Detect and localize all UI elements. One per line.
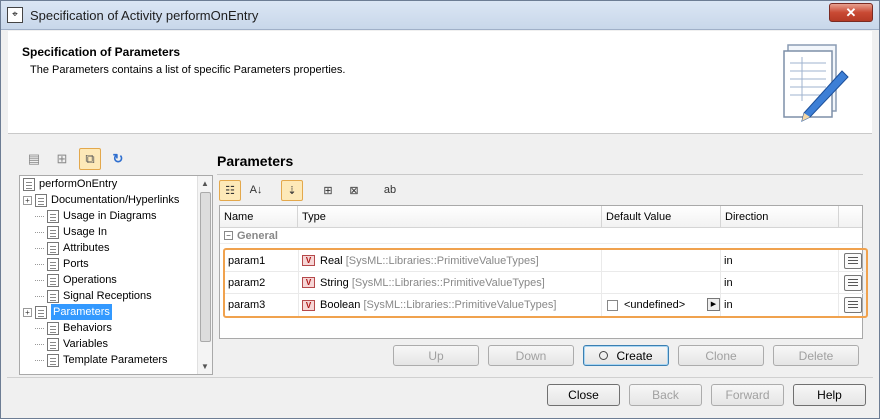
tree-item-usage-in[interactable]: Usage In [20,224,198,240]
tree-scrollbar[interactable]: ▲ ▼ [197,176,212,374]
tree-item-template-parameters[interactable]: Template Parameters [20,352,198,368]
specification-dialog: ⌖ Specification of Activity performOnEnt… [0,0,880,419]
column-type[interactable]: Type [298,206,602,227]
expand-icon[interactable]: + [23,195,32,205]
parameters-pane: Parameters ☷ A↓ ⇣ ⊞ ⊠ ab Name Type Defau… [217,146,868,374]
tree-view-icon[interactable]: ⊞ [51,148,73,170]
activity-icon [23,177,35,191]
divider [217,174,863,175]
tree-item-variables[interactable]: Variables [20,336,198,352]
window-close-button[interactable]: ✕ [829,3,873,22]
tree-item-behaviors[interactable]: Behaviors [20,320,198,336]
delete-button[interactable]: Delete [773,345,859,366]
page-icon [47,289,59,303]
expand-icon[interactable]: + [23,307,32,317]
tree-item-ports[interactable]: Ports [20,256,198,272]
tree-item-attributes[interactable]: Attributes [20,240,198,256]
show-names-icon[interactable]: ab [379,180,401,201]
title-bar: ⌖ Specification of Activity performOnEnt… [1,1,879,30]
collapse-all-icon[interactable]: ⊠ [343,180,365,201]
scroll-up-icon[interactable]: ▲ [198,176,212,191]
column-direction[interactable]: Direction [721,206,839,227]
create-button[interactable]: Create [583,345,669,366]
table-row[interactable]: param2 V String [SysML::Libraries::Primi… [225,272,866,294]
header-title: Specification of Parameters [22,45,181,59]
table-row[interactable]: param3 V Boolean [SysML::Libraries::Prim… [225,294,866,316]
page-icon [47,209,59,223]
list-view-icon[interactable]: ▤ [23,148,45,170]
page-icon [47,225,59,239]
tree-item-operations[interactable]: Operations [20,272,198,288]
row-actions: Up Down Create Clone Delete [393,345,859,366]
default-value-checkbox[interactable] [607,299,618,311]
back-button[interactable]: Back [629,384,702,406]
sort-alpha-icon[interactable]: A↓ [245,180,267,201]
expand-all-icon[interactable]: ⊞ [317,180,339,201]
forward-button[interactable]: Forward [711,384,784,406]
edit-row-icon[interactable] [843,274,862,291]
close-button[interactable]: Close [547,384,620,406]
tree-root[interactable]: performOnEntry [20,176,198,192]
clone-button[interactable]: Clone [678,345,764,366]
page-icon [47,257,59,271]
page-icon [47,273,59,287]
navigation-pane: ▤ ⊞ ⧉ ↻ performOnEntry + Documentation/H… [15,146,213,375]
toggle-icon[interactable]: ⧉ [79,148,101,170]
table-row[interactable]: param1 V Real [SysML::Libraries::Primiti… [225,250,866,272]
navigation-toolbar: ▤ ⊞ ⧉ ↻ [15,146,211,172]
document-pencil-icon [783,44,849,122]
page-icon [35,193,47,207]
collapse-icon[interactable]: − [224,231,233,240]
edit-row-icon[interactable] [843,252,862,269]
refresh-icon[interactable]: ↻ [107,148,129,170]
grid-toolbar: ☷ A↓ ⇣ ⊞ ⊠ ab [219,179,401,201]
tree-item-signal-receptions[interactable]: Signal Receptions [20,288,198,304]
page-icon [47,337,59,351]
help-button[interactable]: Help [793,384,866,406]
default-value-text: <undefined> [624,299,686,311]
parameters-table: Name Type Default Value Direction − Gene… [219,205,868,339]
header-description: The Parameters contains a list of specif… [30,64,346,76]
scroll-thumb[interactable] [200,192,211,342]
edit-row-icon[interactable] [843,297,862,313]
categorized-view-icon[interactable]: ☷ [219,179,241,201]
page-icon [35,305,47,319]
navigation-tree[interactable]: performOnEntry + Documentation/Hyperlink… [19,175,213,375]
page-icon [47,353,59,367]
page-icon [47,241,59,255]
parameter-rows: param1 V Real [SysML::Libraries::Primiti… [223,248,868,318]
tree-item-parameters[interactable]: + Parameters [20,304,198,320]
window-title: Specification of Activity performOnEntry [30,7,259,23]
group-header[interactable]: − General [220,228,862,244]
footer-divider [7,377,873,378]
value-type-icon: V [302,299,315,311]
column-name[interactable]: Name [220,206,298,227]
table-header: Name Type Default Value Direction [220,206,862,228]
tree-item-documentation[interactable]: + Documentation/Hyperlinks [20,192,198,208]
up-button[interactable]: Up [393,345,479,366]
page-icon [47,321,59,335]
dialog-footer: Close Back Forward Help [547,384,866,406]
tree-item-usage-diagrams[interactable]: Usage in Diagrams [20,208,198,224]
value-type-icon: V [302,255,315,266]
column-default-value[interactable]: Default Value [602,206,721,227]
value-type-icon: V [302,277,315,288]
app-icon: ⌖ [7,7,23,23]
play-icon[interactable]: ▶ [707,298,720,311]
header-panel: Specification of Parameters The Paramete… [8,31,872,134]
down-button[interactable]: Down [488,345,574,366]
panel-title: Parameters [217,153,294,169]
sort-order-icon[interactable]: ⇣ [281,179,303,201]
create-icon [599,351,609,360]
scroll-down-icon[interactable]: ▼ [198,359,212,374]
